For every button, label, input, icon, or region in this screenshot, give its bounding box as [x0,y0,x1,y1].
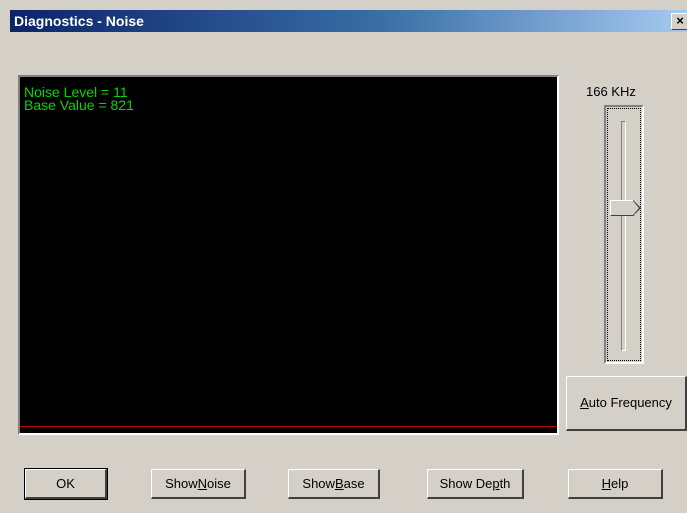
noise-display: Noise Level = 11 Base Value = 821 [18,75,559,435]
ok-button[interactable]: OK [24,468,108,500]
show-base-button[interactable]: Show Base [288,469,380,499]
title-bar: Diagnostics - Noise × [10,10,687,32]
auto-frequency-button[interactable]: Auto Frequency [566,376,687,431]
slider-track[interactable] [621,121,626,351]
noise-trace-line [20,426,557,427]
frequency-label: 166 KHz [586,84,636,99]
help-button[interactable]: Help [568,469,663,499]
slider-thumb[interactable] [610,200,641,216]
close-icon: × [676,13,684,28]
show-depth-button[interactable]: Show Depth [427,469,524,499]
show-noise-button[interactable]: Show Noise [151,469,246,499]
window-title: Diagnostics - Noise [14,13,144,29]
frequency-slider[interactable] [604,105,644,364]
close-button[interactable]: × [671,13,687,30]
base-value-readout: Base Value = 821 [24,97,134,113]
